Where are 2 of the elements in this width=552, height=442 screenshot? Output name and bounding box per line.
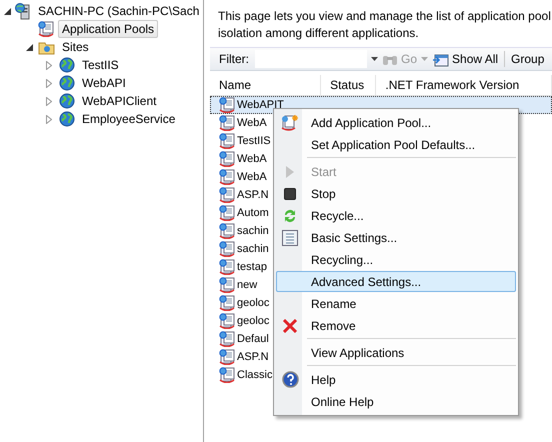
filter-label: Filter:	[219, 52, 249, 66]
description-text: This page lets you view and manage the list of application pool isolation among different applications.	[218, 8, 552, 42]
